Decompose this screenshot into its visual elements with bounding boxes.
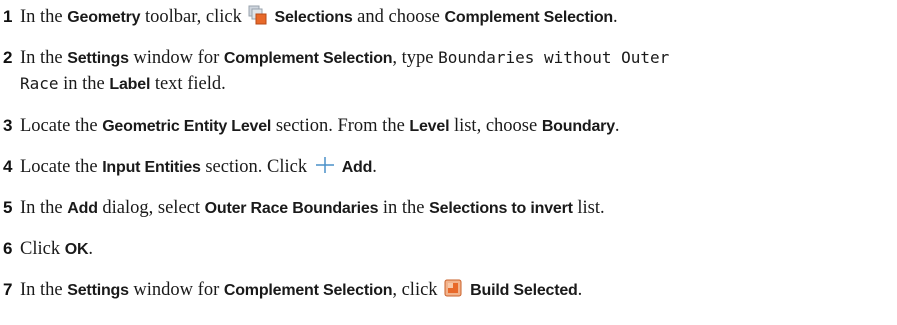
bold-term: Input Entities (102, 159, 201, 176)
code-text: Boundaries without Outer (438, 48, 670, 67)
plain-text: in the (378, 198, 430, 218)
plain-text: and choose (352, 7, 445, 27)
plain-text: . (372, 157, 377, 177)
plain-text: toolbar, click (140, 7, 247, 27)
step-text: In the Settings window for Complement Se… (20, 277, 582, 306)
plain-text: list, choose (449, 116, 542, 136)
build-selected-icon (442, 278, 464, 306)
bold-term: Label (109, 76, 151, 93)
plain-text: , type (392, 48, 439, 68)
plain-text: , click (392, 280, 443, 300)
bold-term: Outer Race Boundaries (204, 200, 379, 217)
code-text: Race (20, 74, 59, 93)
plain-text: text field. (150, 74, 226, 94)
bold-term: Complement Selection (223, 282, 393, 299)
plain-text: window for (128, 48, 224, 68)
step-number: 1 (3, 7, 13, 26)
plain-text: Click (20, 239, 65, 259)
step-text: Race in the Label text field. (20, 71, 226, 98)
plain-text: section. Click (200, 157, 312, 177)
step-text: In the Add dialog, select Outer Race Bou… (20, 195, 605, 222)
plain-text: . (614, 116, 620, 136)
plain-text: In the (20, 7, 68, 27)
plain-text: In the (20, 198, 68, 218)
bold-term: Level (409, 118, 450, 135)
step-number: 5 (3, 198, 13, 217)
bold-term: Selections to invert (429, 200, 573, 217)
bold-term: Geometry (67, 9, 141, 26)
plain-text: window for (128, 280, 224, 300)
bold-term: Build Selected (470, 282, 578, 299)
step-text: In the Geometry toolbar, click Selection… (20, 4, 618, 33)
step-number: 4 (3, 157, 13, 176)
step-text: Locate the Input Entities section. Click… (20, 154, 377, 183)
selections-icon (247, 5, 269, 33)
step-number: 7 (3, 280, 13, 299)
plain-text: In the (20, 48, 68, 68)
step-number: 3 (3, 116, 13, 135)
bold-term: Add (341, 159, 373, 176)
bold-term: Settings (67, 50, 129, 67)
plain-text: in the (58, 74, 110, 94)
plain-text: Locate the (20, 116, 103, 136)
step-number: 6 (3, 239, 13, 258)
bold-term: Selections (274, 9, 353, 26)
plain-text: Locate the (20, 157, 103, 177)
plain-text: . (613, 7, 618, 27)
bold-term: Boundary (541, 118, 615, 135)
bold-term: Add (67, 200, 98, 217)
plain-text: . (88, 239, 93, 259)
plain-text: . (577, 280, 583, 300)
plain-text: In the (20, 280, 68, 300)
step-text: Locate the Geometric Entity Level sectio… (20, 113, 620, 140)
bold-term: Geometric Entity Level (102, 118, 272, 135)
plain-text: section. From the (271, 116, 410, 136)
bold-term: Complement Selection (444, 9, 614, 26)
bold-term: Complement Selection (223, 50, 393, 67)
step-text: In the Settings window for Complement Se… (20, 45, 669, 72)
step-text: Click OK. (20, 236, 93, 263)
plain-text: list. (572, 198, 605, 218)
bold-term: OK (64, 241, 89, 258)
plus-icon (312, 155, 336, 183)
bold-term: Settings (67, 282, 129, 299)
plain-text: dialog, select (97, 198, 205, 218)
step-number: 2 (3, 48, 13, 67)
